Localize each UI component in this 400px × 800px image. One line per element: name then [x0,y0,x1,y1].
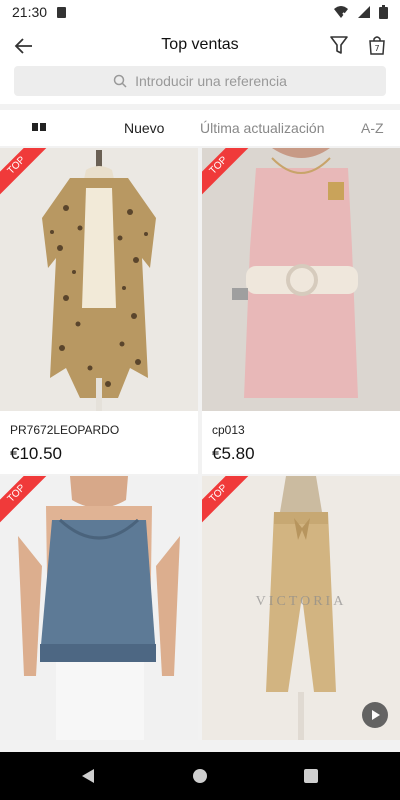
search-placeholder: Introducir una referencia [135,73,287,89]
watermark-text: VICTORIA [255,594,347,609]
search-icon [113,74,127,88]
signal-icon [358,6,370,18]
nav-recents-icon[interactable] [304,769,318,783]
status-bar: 21:30 [0,0,400,24]
status-icons [333,5,388,19]
battery-icon [379,5,388,19]
wifi-off-icon [334,6,349,19]
product-image[interactable]: TOP [202,148,400,411]
product-price: €10.50 [10,444,62,463]
product-card[interactable]: TOP PR7672LEOPARDO €10.50 [0,148,198,474]
product-price: €5.80 [212,444,255,463]
nav-back-icon[interactable] [80,768,96,784]
status-time: 21:30 [12,4,48,20]
filter-icon[interactable] [328,34,350,56]
product-image[interactable]: TOP [0,148,198,411]
shopping-bag-icon[interactable]: 7 [366,34,388,56]
product-image[interactable]: VICTORIA TOP [202,476,400,740]
product-sku: PR7672LEOPARDO [10,423,120,437]
sort-option-new[interactable]: Nuevo [124,120,164,136]
product-sku: cp013 [212,423,245,437]
search-input[interactable]: Introducir una referencia [14,66,386,96]
grid-view-icon[interactable] [32,123,46,131]
product-card[interactable]: VICTORIA TOP [202,476,400,740]
system-nav-bar [0,752,400,800]
svg-text:7: 7 [374,44,379,53]
sort-option-last-update[interactable]: Última actualización [200,120,325,136]
search-area: Introducir una referencia [0,62,400,104]
sort-option-az[interactable]: A-Z [361,120,384,136]
nav-home-icon[interactable] [193,769,207,783]
product-image[interactable]: TOP [0,476,198,740]
sort-bar: Nuevo Última actualización A-Z [0,110,400,146]
sd-card-icon [57,6,67,18]
product-card[interactable]: TOP cp013 €5.80 [202,148,400,474]
play-video-button[interactable] [362,702,388,728]
product-card[interactable]: TOP [0,476,198,740]
